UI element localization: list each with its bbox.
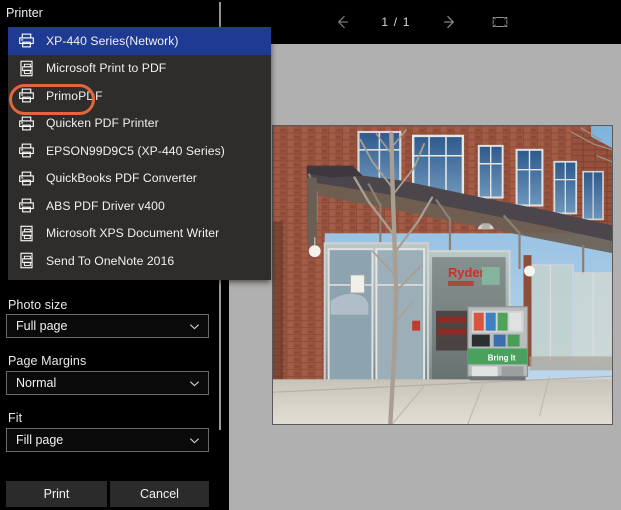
- printer-option-xp440-network[interactable]: XP-440 Series(Network): [8, 27, 271, 55]
- printer-icon: [16, 141, 36, 161]
- printer-option-label: QuickBooks PDF Converter: [46, 171, 197, 186]
- chevron-down-icon: [189, 378, 200, 389]
- printer-option-label: Send To OneNote 2016: [46, 253, 175, 268]
- printer-option-abs-pdf-driver[interactable]: ABS PDF Driver v400: [8, 192, 271, 220]
- fit-select[interactable]: Fill page: [6, 428, 209, 452]
- printer-option-primopdf[interactable]: PrimoPDF: [8, 82, 271, 110]
- page-indicator: 1 / 1: [381, 15, 411, 29]
- chevron-down-icon: [189, 321, 200, 332]
- chevron-down-icon: [189, 435, 200, 446]
- printer-option-label: Microsoft Print to PDF: [46, 61, 167, 76]
- printer-option-label: ABS PDF Driver v400: [46, 198, 165, 213]
- printer-option-label: Microsoft XPS Document Writer: [46, 226, 220, 241]
- arrow-right-icon[interactable]: [437, 9, 463, 35]
- photo-size-select[interactable]: Full page: [6, 314, 209, 338]
- printer-option-label: Quicken PDF Printer: [46, 116, 159, 131]
- arrow-left-icon[interactable]: [329, 9, 355, 35]
- printer-dropdown-list[interactable]: XP-440 Series(Network) Microsoft Print t…: [8, 27, 271, 280]
- printer-option-send-to-onenote-2016[interactable]: Send To OneNote 2016: [8, 247, 271, 275]
- fit-value: Fill page: [16, 433, 64, 447]
- printer-option-quicken-pdf-printer[interactable]: Quicken PDF Printer: [8, 110, 271, 138]
- printer-icon: [16, 86, 36, 106]
- printer-icon: [16, 31, 36, 51]
- printer-option-epson99d9c5[interactable]: EPSON99D9C5 (XP-440 Series): [8, 137, 271, 165]
- print-button[interactable]: Print: [6, 481, 107, 507]
- page-margins-value: Normal: [16, 376, 57, 390]
- photo-size-value: Full page: [16, 319, 68, 333]
- printer-option-label: PrimoPDF: [46, 88, 103, 103]
- print-preview-page: Ryder Bring It: [229, 44, 621, 510]
- storefront-photo: Ryder Bring It: [272, 125, 613, 425]
- panel-divider: [220, 2, 221, 28]
- page-margins-select[interactable]: Normal: [6, 371, 209, 395]
- photo-size-label: Photo size: [8, 298, 68, 312]
- printer-option-quickbooks-pdf-converter[interactable]: QuickBooks PDF Converter: [8, 165, 271, 193]
- printer-icon: [16, 113, 36, 133]
- printer-option-microsoft-print-to-pdf[interactable]: Microsoft Print to PDF: [8, 55, 271, 83]
- document-printer-icon: [16, 251, 36, 271]
- printer-icon: [16, 196, 36, 216]
- preview-pane: 1 / 1 Ryder Bring It: [221, 0, 621, 510]
- svg-text:Bring It: Bring It: [488, 353, 516, 362]
- printer-option-label: XP-440 Series(Network): [46, 33, 179, 48]
- document-printer-icon: [16, 223, 36, 243]
- preview-toolbar: 1 / 1: [221, 0, 621, 44]
- page-margins-label: Page Margins: [8, 354, 87, 368]
- print-dialog: Photo size Full page Page Margins Normal…: [0, 0, 621, 510]
- document-printer-icon: [16, 58, 36, 78]
- cancel-button[interactable]: Cancel: [110, 481, 209, 507]
- printer-label: Printer: [6, 6, 43, 20]
- svg-text:Ryder: Ryder: [448, 265, 485, 280]
- printer-icon: [16, 168, 36, 188]
- fit-to-screen-icon[interactable]: [487, 9, 513, 35]
- printer-option-microsoft-xps-document-writer[interactable]: Microsoft XPS Document Writer: [8, 220, 271, 248]
- fit-label: Fit: [8, 411, 23, 425]
- printer-option-label: EPSON99D9C5 (XP-440 Series): [46, 143, 225, 158]
